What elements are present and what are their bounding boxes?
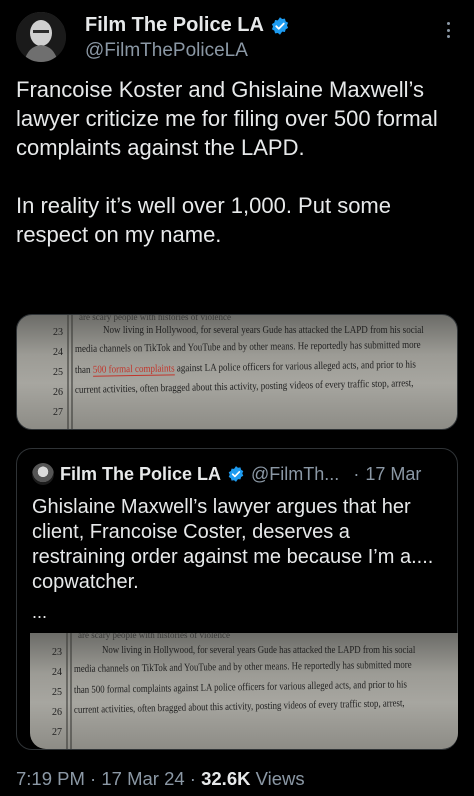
doc-margin-line — [70, 633, 72, 749]
quoted-tweet-header: Film The Police LA @FilmTh... · 17 Mar — [32, 463, 421, 485]
meta-dot: · — [189, 768, 196, 789]
more-options-icon[interactable] — [438, 18, 458, 42]
author-display-name[interactable]: Film The Police LA — [85, 14, 264, 37]
doc-line-number: 23 — [53, 327, 63, 338]
tweet-header: Film The Police LA @FilmThePoliceLA — [16, 10, 458, 66]
doc-margin-line — [67, 315, 69, 429]
quoted-date: 17 Mar — [365, 463, 422, 484]
author-avatar[interactable] — [16, 12, 66, 62]
doc-line: than 500 formal complaints against LA po… — [73, 679, 407, 696]
doc-line-number: 24 — [53, 347, 63, 358]
quoted-separator: · — [353, 463, 360, 484]
tweet-time[interactable]: 7:19 PM — [16, 768, 85, 789]
author-name-row: Film The Police LA — [85, 14, 290, 37]
tweet-date[interactable]: 17 Mar 24 — [101, 768, 184, 789]
doc-line-number: 25 — [53, 367, 63, 378]
quoted-tweet-media-image[interactable]: are scary people with histories of viole… — [30, 633, 458, 749]
doc-top-cut-text: are scary people with histories of viole… — [78, 633, 230, 640]
doc-line-number: 26 — [53, 387, 63, 398]
doc-line-segment: against LA police officers for various a… — [176, 359, 416, 375]
tweet-meta: 7:19 PM · 17 Mar 24 · 32.6K Views — [16, 768, 305, 790]
tweet-text: Francoise Koster and Ghislaine Maxwell’s… — [16, 77, 438, 247]
author-handle[interactable]: @FilmThePoliceLA — [85, 40, 248, 62]
doc-line-number: 27 — [52, 727, 62, 738]
doc-margin-line — [71, 315, 73, 429]
doc-line-number: 27 — [53, 407, 63, 418]
doc-line: current activities, often bragged about … — [74, 378, 414, 396]
quoted-tweet-ellipsis: ... — [32, 602, 48, 622]
verified-badge-icon — [271, 16, 289, 35]
quoted-author-avatar — [32, 463, 54, 485]
doc-line: Now living in Hollywood, for several yea… — [103, 325, 424, 336]
tweet-media-image[interactable]: are scary people with histories of viole… — [16, 314, 458, 430]
quoted-author-name: Film The Police LA — [60, 463, 222, 484]
doc-line: media channels on TikTok and YouTube and… — [73, 659, 412, 675]
doc-margin-line — [66, 633, 68, 749]
doc-line: media channels on TikTok and YouTube and… — [74, 339, 421, 355]
quoted-tweet-text: Ghislaine Maxwell’s lawyer argues that h… — [32, 496, 434, 593]
doc-line: Now living in Hollywood, for several yea… — [102, 645, 416, 656]
doc-top-cut-text: are scary people with histories of viole… — [79, 314, 231, 322]
doc-line-number: 23 — [52, 647, 62, 658]
doc-line-25: than 500 formal complaints against LA po… — [74, 359, 416, 377]
doc-line-segment: than — [74, 364, 91, 376]
avatar-portrait-icon — [16, 12, 66, 62]
doc-line-number: 24 — [52, 667, 62, 678]
doc-line-number: 25 — [52, 687, 62, 698]
views-label: Views — [255, 768, 305, 789]
doc-line-number: 26 — [52, 707, 62, 718]
meta-dot: · — [90, 768, 97, 789]
highlighted-phrase: 500 formal complaints — [92, 363, 175, 377]
verified-badge-icon — [228, 466, 244, 482]
doc-line: current activities, often bragged about … — [73, 698, 405, 716]
views-count[interactable]: 32.6K — [201, 768, 250, 789]
quoted-author-handle: @FilmTh... — [251, 463, 340, 484]
